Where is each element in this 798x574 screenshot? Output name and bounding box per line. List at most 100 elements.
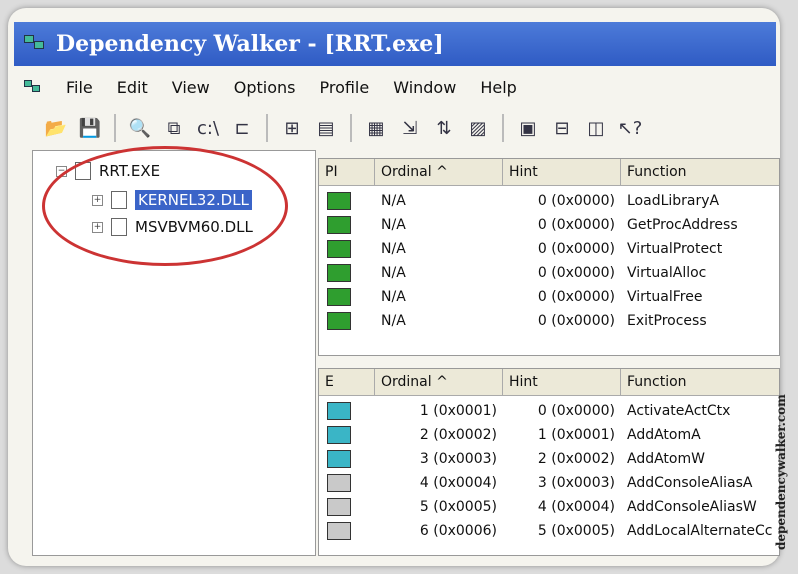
table-row[interactable]: 6 (0x0006) 5 (0x0005) AddLocalAlternateCc bbox=[319, 519, 779, 543]
cell-hint: 0 (0x0000) bbox=[537, 217, 615, 233]
cell-hint: 1 (0x0001) bbox=[537, 427, 615, 443]
cell-function: VirtualFree bbox=[627, 289, 703, 305]
function-type-icon bbox=[327, 216, 351, 234]
imports-header: PI Ordinal ^ Hint Function bbox=[319, 159, 779, 186]
function-type-icon bbox=[327, 474, 351, 492]
function-type-icon bbox=[327, 402, 351, 420]
function-type-icon bbox=[327, 240, 351, 258]
col-e[interactable]: E bbox=[319, 369, 375, 395]
copy-icon[interactable]: ⧉ bbox=[160, 114, 188, 142]
properties-icon[interactable]: ▤ bbox=[312, 114, 340, 142]
highlight-icon[interactable]: ▦ bbox=[362, 114, 390, 142]
cell-function: VirtualProtect bbox=[627, 241, 723, 257]
cell-ordinal: 5 (0x0005) bbox=[419, 499, 497, 515]
cell-ordinal: N/A bbox=[381, 217, 406, 233]
table-row[interactable]: N/A 0 (0x0000) VirtualProtect bbox=[319, 237, 779, 261]
menu-edit[interactable]: Edit bbox=[117, 78, 148, 97]
app-menu-icon[interactable] bbox=[24, 80, 42, 94]
cell-hint: 0 (0x0000) bbox=[537, 265, 615, 281]
menu-profile[interactable]: Profile bbox=[319, 78, 369, 97]
app-icon bbox=[24, 35, 46, 53]
watermark: dependencywalker.com bbox=[774, 394, 788, 550]
function-type-icon bbox=[327, 450, 351, 468]
function-type-icon bbox=[327, 312, 351, 330]
table-row[interactable]: 5 (0x0005) 4 (0x0004) AddConsoleAliasW bbox=[319, 495, 779, 519]
table-row[interactable]: 4 (0x0004) 3 (0x0003) AddConsoleAliasA bbox=[319, 471, 779, 495]
menu-help[interactable]: Help bbox=[480, 78, 516, 97]
module-icon bbox=[111, 191, 127, 209]
table-row[interactable]: N/A 0 (0x0000) LoadLibraryA bbox=[319, 189, 779, 213]
table-row[interactable]: N/A 0 (0x0000) VirtualAlloc bbox=[319, 261, 779, 285]
cascade-icon[interactable]: ▣ bbox=[514, 114, 542, 142]
col-function[interactable]: Function bbox=[621, 159, 781, 185]
cell-ordinal: N/A bbox=[381, 265, 406, 281]
full-path-icon[interactable]: c:\ bbox=[194, 114, 222, 142]
menu-bar: File Edit View Options Profile Window He… bbox=[14, 70, 776, 104]
cell-ordinal: N/A bbox=[381, 313, 406, 329]
function-type-icon bbox=[327, 522, 351, 540]
module-icon bbox=[75, 162, 91, 180]
cell-function: AddAtomW bbox=[627, 451, 705, 467]
tile-vertical-icon[interactable]: ◫ bbox=[582, 114, 610, 142]
find-next-icon[interactable]: ⇲ bbox=[396, 114, 424, 142]
tree-node-msvbvm60[interactable]: + MSVBVM60.DLL bbox=[92, 218, 253, 236]
module-icon bbox=[111, 218, 127, 236]
cell-function: GetProcAddress bbox=[627, 217, 738, 233]
expand-icon[interactable]: + bbox=[92, 194, 103, 206]
match-icon[interactable]: ⇅ bbox=[430, 114, 458, 142]
col-ordinal[interactable]: Ordinal ^ bbox=[375, 369, 503, 395]
table-row[interactable]: 1 (0x0001) 0 (0x0000) ActivateActCtx bbox=[319, 399, 779, 423]
col-ordinal[interactable]: Ordinal ^ bbox=[375, 159, 503, 185]
tree-node-kernel32[interactable]: + KERNEL32.DLL bbox=[92, 190, 252, 210]
help-icon[interactable]: ↖? bbox=[616, 114, 644, 142]
expand-icon[interactable]: + bbox=[92, 221, 103, 233]
exports-grid[interactable]: E Ordinal ^ Hint Function 1 (0x0001) 0 (0… bbox=[318, 368, 780, 556]
col-hint[interactable]: Hint bbox=[503, 159, 621, 185]
col-function[interactable]: Function bbox=[621, 369, 781, 395]
undecorate-icon[interactable]: ⊏ bbox=[228, 114, 256, 142]
split-icon[interactable]: ▨ bbox=[464, 114, 492, 142]
toolbar-separator bbox=[502, 114, 504, 142]
cell-ordinal: N/A bbox=[381, 193, 406, 209]
toolbar: 📂 💾 🔍 ⧉ c:\ ⊏ ⊞ ▤ ▦ ⇲ ⇅ ▨ ▣ ⊟ ◫ ↖? bbox=[14, 108, 776, 148]
cell-function: ExitProcess bbox=[627, 313, 707, 329]
menu-file[interactable]: File bbox=[66, 78, 93, 97]
collapse-icon[interactable]: − bbox=[56, 165, 67, 177]
col-hint[interactable]: Hint bbox=[503, 369, 621, 395]
table-row[interactable]: N/A 0 (0x0000) VirtualFree bbox=[319, 285, 779, 309]
cell-ordinal: 4 (0x0004) bbox=[419, 475, 497, 491]
cell-function: ActivateActCtx bbox=[627, 403, 731, 419]
cell-function: LoadLibraryA bbox=[627, 193, 720, 209]
tree-root-node[interactable]: − RRT.EXE bbox=[56, 162, 160, 180]
cell-function: VirtualAlloc bbox=[627, 265, 707, 281]
cell-hint: 2 (0x0002) bbox=[537, 451, 615, 467]
function-type-icon bbox=[327, 288, 351, 306]
imports-grid[interactable]: PI Ordinal ^ Hint Function N/A 0 (0x0000)… bbox=[318, 158, 780, 356]
table-row[interactable]: 2 (0x0002) 1 (0x0001) AddAtomA bbox=[319, 423, 779, 447]
menu-view[interactable]: View bbox=[172, 78, 210, 97]
cell-function: AddAtomA bbox=[627, 427, 701, 443]
cell-hint: 5 (0x0005) bbox=[537, 523, 615, 539]
menu-window[interactable]: Window bbox=[393, 78, 456, 97]
open-icon[interactable]: 📂 bbox=[42, 114, 70, 142]
toolbar-separator bbox=[266, 114, 268, 142]
function-type-icon bbox=[327, 426, 351, 444]
title-bar: Dependency Walker - [RRT.exe] bbox=[14, 22, 776, 66]
save-icon[interactable]: 💾 bbox=[76, 114, 104, 142]
table-row[interactable]: N/A 0 (0x0000) ExitProcess bbox=[319, 309, 779, 333]
col-pi[interactable]: PI bbox=[319, 159, 375, 185]
table-row[interactable]: 3 (0x0003) 2 (0x0002) AddAtomW bbox=[319, 447, 779, 471]
function-type-icon bbox=[327, 264, 351, 282]
menu-options[interactable]: Options bbox=[234, 78, 296, 97]
cell-hint: 0 (0x0000) bbox=[537, 193, 615, 209]
window-title: Dependency Walker - [RRT.exe] bbox=[56, 31, 444, 57]
cell-hint: 0 (0x0000) bbox=[537, 241, 615, 257]
find-icon[interactable]: 🔍 bbox=[126, 114, 154, 142]
tile-horizontal-icon[interactable]: ⊟ bbox=[548, 114, 576, 142]
tree-expand-icon[interactable]: ⊞ bbox=[278, 114, 306, 142]
cell-ordinal: 1 (0x0001) bbox=[419, 403, 497, 419]
tree-root-label: RRT.EXE bbox=[99, 162, 161, 180]
module-tree-pane[interactable] bbox=[32, 150, 316, 556]
table-row[interactable]: N/A 0 (0x0000) GetProcAddress bbox=[319, 213, 779, 237]
tree-node-label: MSVBVM60.DLL bbox=[135, 218, 253, 236]
